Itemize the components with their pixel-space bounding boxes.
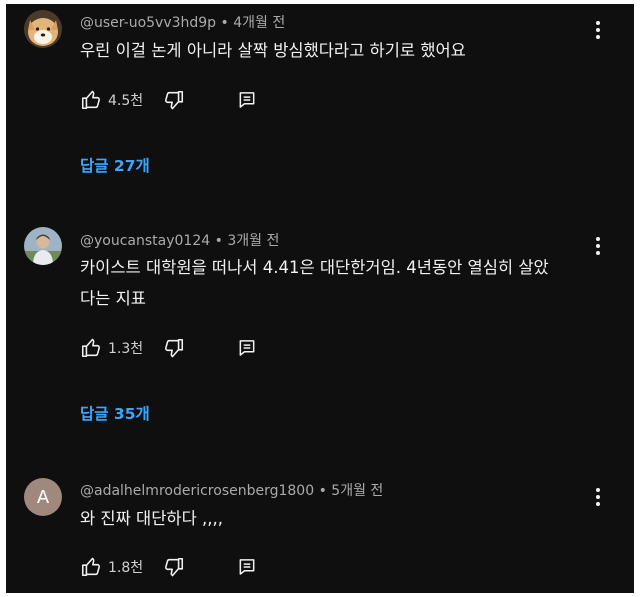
meta-separator: • xyxy=(318,483,332,499)
comment-actions: 1.3천 xyxy=(80,336,257,360)
comment-reply-icon xyxy=(239,92,255,108)
like-count: 4.5천 xyxy=(108,93,144,109)
comment-author[interactable]: @adalhelmrodericrosenberg1800 xyxy=(80,483,314,499)
comment-meta: @adalhelmrodericrosenberg1800 • 5개월 전 xyxy=(80,480,383,500)
dot-icon xyxy=(596,244,600,248)
comment-text: 우린 이걸 논게 아니라 살짝 방심했다라고 하기로 했어요 xyxy=(80,41,466,60)
thumb-down-icon xyxy=(165,338,184,358)
comment-text: 와 진짜 대단하다 ,,,, xyxy=(80,509,223,528)
comment-time[interactable]: 4개월 전 xyxy=(233,15,285,31)
avatar-letter: A xyxy=(36,486,50,508)
meta-separator: • xyxy=(220,15,234,31)
comment-time[interactable]: 3개월 전 xyxy=(227,233,279,249)
comment-meta: @user-uo5vv3hd9p • 4개월 전 xyxy=(80,12,285,32)
person-avatar-icon xyxy=(24,227,62,265)
view-replies-link[interactable]: 답글 35개 xyxy=(80,402,150,424)
dot-icon xyxy=(596,495,600,499)
dot-icon xyxy=(596,502,600,506)
dot-icon xyxy=(596,21,600,25)
comment-text: 카이스트 대학원을 떠나서 4.41은 대단한거임. 4년동안 열심히 살았다는… xyxy=(80,258,549,308)
comment-author[interactable]: @user-uo5vv3hd9p xyxy=(80,15,216,31)
dislike-button[interactable] xyxy=(163,89,185,111)
dot-icon xyxy=(596,35,600,39)
comment-meta: @youcanstay0124 • 3개월 전 xyxy=(80,230,279,250)
avatar[interactable] xyxy=(24,10,62,48)
dot-icon xyxy=(596,251,600,255)
dog-avatar-icon xyxy=(24,10,62,48)
reply-button[interactable] xyxy=(237,90,257,110)
view-replies-link[interactable]: 답글 27개 xyxy=(80,154,150,176)
comment-time[interactable]: 5개월 전 xyxy=(331,483,383,499)
comment-actions: 4.5천 xyxy=(80,88,257,112)
thumb-up-icon xyxy=(81,557,100,577)
dislike-button[interactable] xyxy=(163,337,185,359)
thumb-up-icon xyxy=(81,338,100,358)
thumb-down-icon xyxy=(165,90,184,110)
thumb-up-icon xyxy=(81,90,100,110)
like-count: 1.3천 xyxy=(108,341,144,357)
like-button[interactable]: 4.5천 xyxy=(80,89,143,111)
like-button[interactable]: 1.3천 xyxy=(80,337,143,359)
avatar[interactable] xyxy=(24,227,62,265)
like-button[interactable]: 1.8천 xyxy=(80,556,143,578)
dot-icon xyxy=(596,237,600,241)
comment-actions: 1.8천 xyxy=(80,555,257,579)
comment-reply-icon xyxy=(239,559,255,575)
reply-button[interactable] xyxy=(237,338,257,358)
reply-button[interactable] xyxy=(237,557,257,577)
dot-icon xyxy=(596,488,600,492)
more-options-button[interactable] xyxy=(591,234,605,258)
dot-icon xyxy=(596,28,600,32)
comment-reply-icon xyxy=(239,340,255,356)
avatar[interactable]: A xyxy=(24,478,62,516)
like-count: 1.8천 xyxy=(108,560,144,576)
comment-author[interactable]: @youcanstay0124 xyxy=(80,233,210,249)
more-options-button[interactable] xyxy=(591,485,605,509)
dislike-button[interactable] xyxy=(163,556,185,578)
comments-panel: @user-uo5vv3hd9p • 4개월 전 우린 이걸 논게 아니라 살짝… xyxy=(6,4,634,593)
more-options-button[interactable] xyxy=(591,18,605,42)
thumb-down-icon xyxy=(165,557,184,577)
meta-separator: • xyxy=(214,233,228,249)
